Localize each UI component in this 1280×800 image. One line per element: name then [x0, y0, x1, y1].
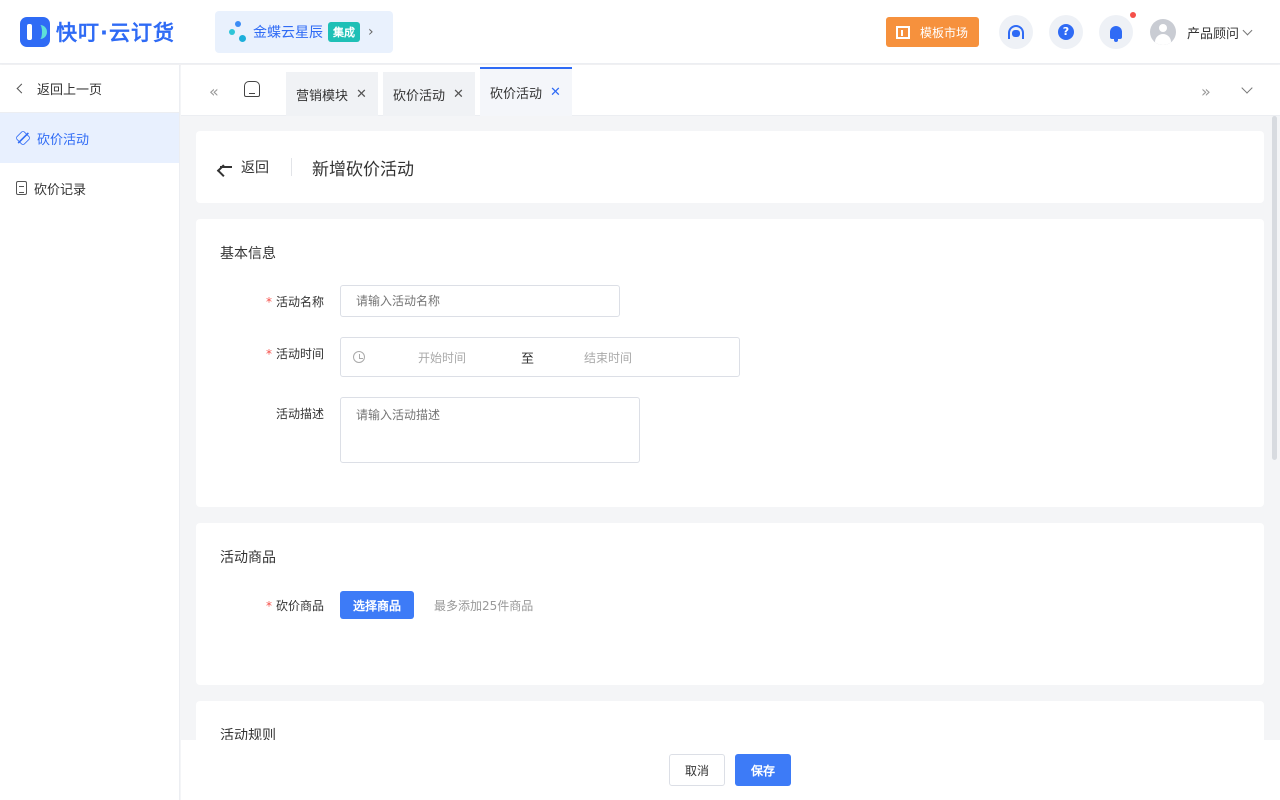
kingdee-logo-icon	[229, 21, 249, 43]
activity-time-range-picker[interactable]: 开始时间 至 结束时间	[340, 337, 740, 377]
chevron-right-icon: ›	[368, 24, 374, 40]
close-icon[interactable]: ✕	[550, 85, 561, 100]
sidebar-item-bargain-record[interactable]: 砍价记录	[0, 163, 179, 213]
basic-info-card: 基本信息 *活动名称 *活动时间 开始时间 至 结束时间 活动描述	[196, 219, 1264, 507]
sidebar-item-label: 砍价记录	[34, 182, 87, 198]
chevron-down-icon	[1242, 25, 1253, 35]
divider	[291, 158, 292, 176]
required-mark: *	[265, 599, 272, 613]
required-mark: *	[265, 295, 272, 309]
kingdee-name: 金蝶云星辰	[253, 25, 323, 41]
help-icon: ?	[1058, 24, 1074, 40]
activity-desc-textarea[interactable]	[340, 397, 640, 463]
user-name: 产品顾问	[1187, 26, 1240, 42]
app-logo[interactable]: 快叮·云订货	[20, 17, 175, 47]
tab-label: 砍价活动	[393, 88, 446, 104]
arrow-left-icon	[220, 166, 232, 168]
tab-bargain-1[interactable]: 砍价活动 ✕	[383, 72, 475, 116]
bargain-tag-icon	[15, 130, 31, 146]
kingdee-integration-button[interactable]: 金蝶云星辰 集成 ›	[215, 11, 393, 53]
avatar	[1150, 19, 1176, 45]
sidebar-back-button[interactable]: 返回上一页	[0, 65, 179, 113]
notification-button[interactable]	[1099, 15, 1133, 49]
footer-action-bar: 取消 保存	[181, 740, 1280, 800]
sidebar-back-label: 返回上一页	[37, 83, 103, 98]
tab-marketing[interactable]: 营销模块 ✕	[286, 72, 378, 116]
required-mark: *	[265, 347, 272, 361]
activity-desc-label: 活动描述	[275, 407, 324, 421]
top-header: 快叮·云订货 金蝶云星辰 集成 › 模板市场 ? 产品顾问	[0, 0, 1280, 64]
sidebar-item-label: 砍价活动	[37, 132, 90, 148]
page-scrollbar[interactable]	[1272, 116, 1277, 460]
start-time-placeholder: 开始时间	[418, 350, 467, 365]
close-icon[interactable]: ✕	[453, 87, 464, 102]
sidebar-item-bargain-activity[interactable]: 砍价活动	[0, 113, 179, 163]
select-goods-button[interactable]: 选择商品	[340, 591, 414, 619]
chevron-down-icon[interactable]	[1241, 82, 1253, 94]
close-icon[interactable]: ✕	[356, 87, 367, 102]
page-title: 新增砍价活动	[312, 160, 414, 180]
sidebar: 返回上一页 砍价活动 砍价记录	[0, 65, 180, 800]
user-menu[interactable]: 产品顾问	[1150, 18, 1253, 46]
help-button[interactable]: ?	[1049, 15, 1083, 49]
activity-name-input[interactable]	[340, 285, 620, 317]
tab-label: 砍价活动	[490, 87, 543, 102]
page-header-card: 返回 新增砍价活动	[196, 131, 1264, 203]
brand-name: 快叮·云订货	[56, 21, 175, 45]
bargain-goods-label: * 砍价商品	[265, 599, 324, 613]
scroll-tabs-right-icon[interactable]: »	[1201, 82, 1211, 101]
clock-icon	[353, 351, 365, 363]
activity-name-label: * 活动名称	[265, 295, 324, 309]
cancel-button[interactable]: 取消	[669, 754, 725, 786]
customer-service-button[interactable]	[999, 15, 1033, 49]
activity-time-label: * 活动时间	[265, 347, 324, 361]
end-time-placeholder: 结束时间	[584, 350, 633, 365]
tab-bargain-2[interactable]: 砍价活动 ✕	[480, 67, 572, 116]
range-separator: 至	[521, 351, 535, 367]
back-label: 返回	[241, 160, 269, 176]
headset-icon	[1008, 25, 1024, 39]
bell-icon	[1110, 25, 1122, 42]
template-market-button[interactable]: 模板市场	[886, 17, 979, 47]
template-icon	[896, 25, 910, 39]
back-button[interactable]: 返回	[220, 157, 269, 177]
goods-limit-hint: 最多添加25件商品	[434, 599, 534, 613]
integration-badge: 集成	[328, 22, 360, 42]
unread-dot	[1130, 12, 1136, 18]
logo-icon	[20, 17, 50, 47]
chevron-left-icon	[16, 83, 27, 94]
tab-label: 营销模块	[296, 88, 349, 104]
section-title: 基本信息	[220, 246, 276, 262]
tab-bar: « 营销模块 ✕ 砍价活动 ✕ 砍价活动 ✕ »	[181, 65, 1280, 116]
record-doc-icon	[16, 181, 27, 195]
home-icon[interactable]	[244, 81, 260, 97]
template-market-label: 模板市场	[920, 25, 969, 40]
activity-goods-card: 活动商品 * 砍价商品 选择商品 最多添加25件商品	[196, 523, 1264, 685]
scroll-tabs-left-icon[interactable]: «	[209, 82, 219, 101]
save-button[interactable]: 保存	[735, 754, 791, 786]
section-title: 活动商品	[220, 550, 276, 566]
